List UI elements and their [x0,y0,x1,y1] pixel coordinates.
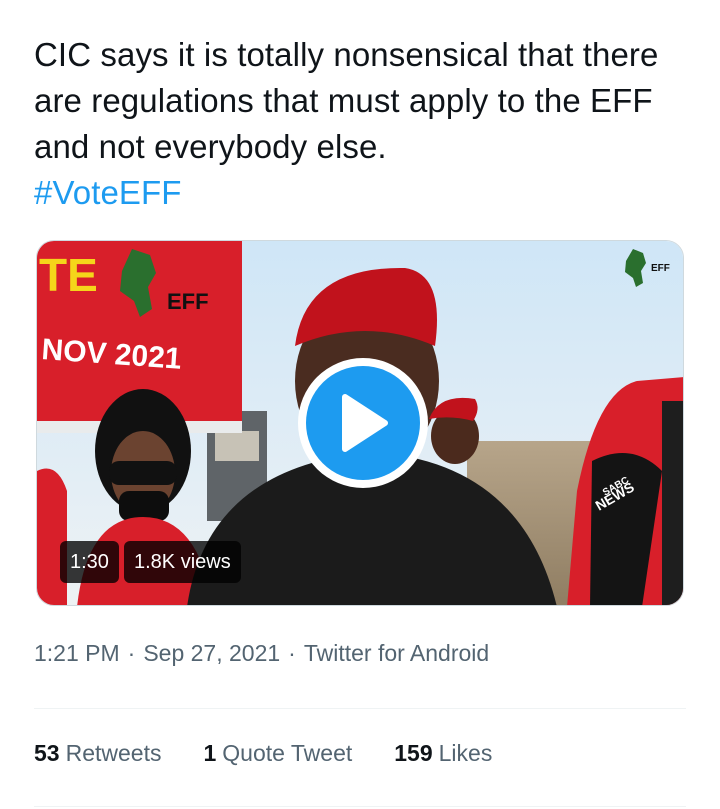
retweets-stat[interactable]: 53 Retweets [34,740,161,767]
tweet-time: 1:21 PM [34,640,120,666]
tweet-time-link[interactable]: 1:21 PM · Sep 27, 2021 [34,640,280,666]
retweets-label: Retweets [65,740,162,766]
likes-stat[interactable]: 159 Likes [394,740,492,767]
tweet-metadata: 1:21 PM · Sep 27, 2021 · Twitter for Android [34,640,489,667]
tweet-text: CIC says it is totally nonsensical that … [34,32,694,216]
divider [34,806,686,807]
tweet-body: CIC says it is totally nonsensical that … [34,36,659,165]
video-views-badge: 1.8K views [124,541,241,583]
retweets-count: 53 [34,740,60,766]
quote-tweets-stat[interactable]: 1 Quote Tweet [203,740,352,767]
watermark-text: EFF [651,263,670,274]
quote-tweets-label: Quote Tweet [222,740,353,766]
separator-dot: · [127,640,136,666]
likes-count: 159 [394,740,433,766]
play-button[interactable] [298,358,428,488]
play-icon [342,394,388,452]
divider [34,708,686,709]
tweet-date: Sep 27, 2021 [143,640,281,666]
video-duration-badge: 1:30 [60,541,119,583]
banner-text-top: TE [39,249,98,301]
likes-label: Likes [438,740,493,766]
quote-tweets-count: 1 [203,740,217,766]
tweet-source-link[interactable]: Twitter for Android [304,640,489,666]
hashtag-link[interactable]: #VoteEFF [34,170,694,216]
tweet-stats: 53 Retweets 1 Quote Tweet 159 Likes [34,740,534,767]
separator-dot: · [288,640,296,666]
banner-logo-text: EFF [167,289,209,314]
